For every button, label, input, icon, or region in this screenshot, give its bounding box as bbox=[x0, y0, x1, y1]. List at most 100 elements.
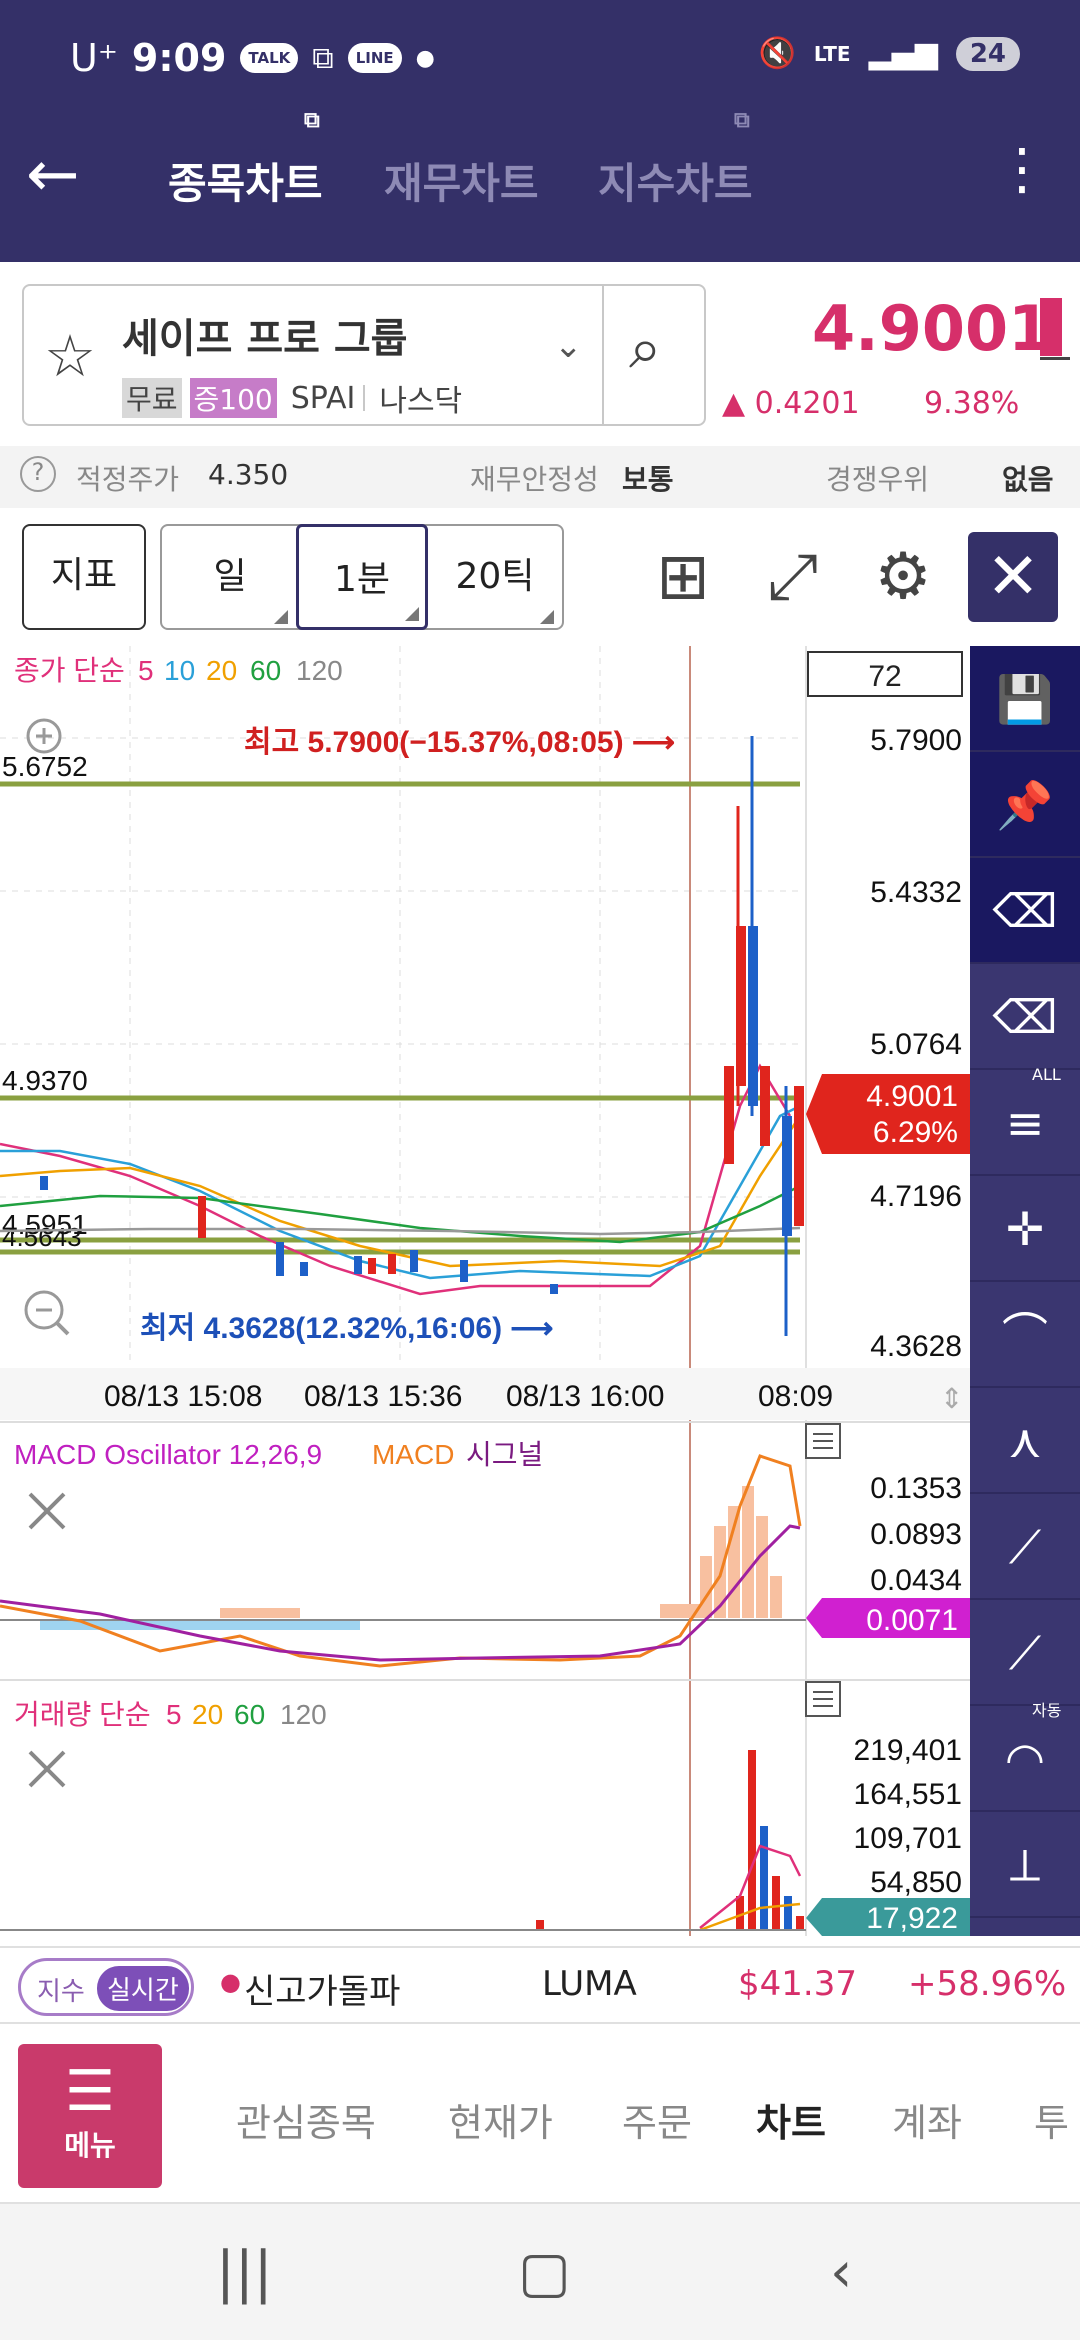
volume-current-value: 17,922 bbox=[866, 1902, 958, 1935]
volume-menu-icon[interactable] bbox=[805, 1681, 841, 1717]
more-options-icon[interactable]: ⋮ bbox=[994, 140, 1050, 200]
zoom-out-icon[interactable] bbox=[24, 1290, 70, 1336]
chart-area[interactable]: 종가 단순 5 10 20 60 120 72 5.6752 4.9370 4.… bbox=[0, 646, 970, 1936]
line-tool-icon[interactable]: ⟋ bbox=[970, 1494, 1080, 1600]
eraser-icon[interactable]: ⌫ bbox=[970, 858, 1080, 964]
xtick-4: 08:09 bbox=[758, 1380, 833, 1413]
period-day-button[interactable]: 일 bbox=[166, 524, 294, 630]
divider bbox=[602, 286, 604, 426]
financial-stability-value: 보통 bbox=[622, 463, 674, 496]
angle-tool-icon[interactable]: ⋏ bbox=[970, 1388, 1080, 1494]
close-volume-icon[interactable] bbox=[28, 1750, 66, 1788]
search-icon[interactable]: ⌕ bbox=[629, 314, 661, 383]
nav-chart[interactable]: 차트 bbox=[756, 2092, 826, 2147]
ytick-1: 5.7900 bbox=[870, 724, 962, 757]
volume-legend-60: 60 bbox=[234, 1699, 265, 1730]
volume-legend-5: 5 bbox=[166, 1699, 182, 1730]
volume-bars bbox=[536, 1750, 804, 1930]
realtime-ticker-strip[interactable]: 지수 실시간 ● 신고가돌파 LUMA $41.37 +58.96% bbox=[0, 1946, 1080, 2024]
settings-gear-icon[interactable]: ⚙ bbox=[858, 532, 948, 622]
bottom-nav: ☰ 메뉴 관심종목 현재가 주문 차트 계좌 투 bbox=[0, 2024, 1080, 2204]
menu-button[interactable]: ☰ 메뉴 bbox=[18, 2044, 162, 2188]
bar-count: 72 bbox=[868, 660, 901, 693]
tab-index-chart-label: 지수차트 bbox=[598, 159, 753, 208]
stock-selector[interactable]: ☆ 세이프 프로 그룹 ⌄ 무료 증100 SPAI 나스닥 ⌕ bbox=[22, 284, 706, 426]
stock-badges: 무료 증100 SPAI 나스닥 bbox=[122, 376, 462, 420]
tab-index-chart[interactable]: ⧉ 지수차트 bbox=[598, 108, 753, 211]
menu-label: 메뉴 bbox=[64, 2129, 116, 2162]
zoom-in-icon[interactable] bbox=[26, 718, 62, 754]
hline-label-1: 5.6752 bbox=[2, 751, 88, 782]
chevron-down-icon[interactable]: ⌄ bbox=[554, 326, 583, 366]
macd-line bbox=[0, 1454, 802, 1668]
back-arrow-icon[interactable]: ← bbox=[26, 140, 96, 210]
screenshot-icon: ⧉ bbox=[312, 40, 334, 76]
ma-legend-10: 10 bbox=[164, 655, 195, 686]
ytick-5: 4.3628 bbox=[870, 1330, 962, 1363]
signal-label: 신고가돌파 bbox=[244, 1972, 401, 2012]
fair-price-label: 적정주가 bbox=[76, 463, 180, 496]
macd-legend-macd: MACD bbox=[372, 1439, 454, 1470]
margin-badge: 증100 bbox=[189, 378, 277, 418]
current-price-tag-value: 4.9001 bbox=[866, 1080, 958, 1113]
chart-svg: 종가 단순 5 10 20 60 120 72 5.6752 4.9370 4.… bbox=[0, 646, 970, 1936]
drawing-sidebar: 💾 📌 ⌫ ⌫ ALL ≡ ✛ ⌒ ⋏ ⟋ ⟋ 자동 ◠ ⟂ bbox=[970, 646, 1080, 1936]
save-icon[interactable]: 💾 bbox=[970, 646, 1080, 752]
candle bbox=[736, 926, 746, 1086]
help-icon[interactable]: ? bbox=[20, 456, 56, 492]
current-price: 4.9001 bbox=[812, 292, 1052, 365]
nav-watchlist[interactable]: 관심종목 bbox=[236, 2092, 376, 2147]
volume-ytick-4: 54,850 bbox=[870, 1866, 962, 1899]
hline-label-4: 4.5643 bbox=[2, 1222, 82, 1252]
candle bbox=[40, 1176, 48, 1190]
candle bbox=[550, 1284, 558, 1294]
back-icon[interactable]: ‹ bbox=[830, 2240, 852, 2305]
nav-order[interactable]: 주문 bbox=[622, 2092, 692, 2147]
ytick-4: 4.7196 bbox=[870, 1180, 962, 1213]
candle bbox=[782, 1116, 792, 1236]
volume-ytick-2: 164,551 bbox=[854, 1778, 962, 1811]
period-ticks-button[interactable]: 20틱 bbox=[430, 524, 560, 630]
nav-account[interactable]: 계좌 bbox=[892, 2092, 962, 2147]
macd-histogram bbox=[40, 1486, 782, 1630]
arc-tool-icon[interactable]: ◠ bbox=[970, 1706, 1080, 1812]
ticker-symbol: LUMA bbox=[542, 1964, 637, 2004]
mute-icon: 🔇 bbox=[758, 36, 796, 71]
copy-icon: ⧉ bbox=[734, 108, 750, 133]
macd-menu-icon[interactable] bbox=[805, 1423, 841, 1459]
tab-financial-chart[interactable]: 재무차트 bbox=[384, 150, 539, 211]
signal-icon: ▂▄▆ bbox=[868, 36, 938, 71]
candle bbox=[760, 1066, 770, 1146]
close-macd-icon[interactable] bbox=[28, 1492, 66, 1530]
eraser-all-icon[interactable]: ⌫ ALL bbox=[970, 964, 1080, 1084]
line-icon: LINE bbox=[347, 43, 402, 73]
resize-arrows-icon[interactable]: ⇕ bbox=[940, 1383, 963, 1414]
tab-stock-chart-label: 종목차트 bbox=[168, 159, 323, 208]
grid-layout-icon[interactable]: ⊞ bbox=[638, 532, 728, 622]
xtick-1: 08/13 15:08 bbox=[104, 1380, 262, 1413]
candle bbox=[794, 1086, 804, 1226]
volume-legend-120: 120 bbox=[280, 1699, 327, 1730]
period-minute-button[interactable]: 1분 bbox=[296, 524, 428, 630]
cross-tool-icon[interactable]: ✛ bbox=[970, 1176, 1080, 1282]
fair-price-value: 4.350 bbox=[208, 458, 289, 491]
tab-financial-chart-label: 재무차트 bbox=[384, 159, 539, 208]
network-label: LTE bbox=[813, 41, 851, 66]
indicator-button[interactable]: 지표 bbox=[22, 524, 146, 630]
tab-stock-chart[interactable]: ⧉ 종목차트 bbox=[168, 108, 323, 211]
hcl-lines-icon[interactable]: ≡ bbox=[970, 1070, 1080, 1176]
fullscreen-icon[interactable]: ⤢ bbox=[748, 532, 838, 622]
nav-current-price[interactable]: 현재가 bbox=[448, 2092, 553, 2147]
auto-trend-icon[interactable]: ⟋ 자동 bbox=[970, 1600, 1080, 1720]
drawing-tools-icon[interactable]: ✕ bbox=[968, 532, 1058, 622]
fan-tool-icon[interactable]: ⟂ bbox=[970, 1812, 1080, 1918]
pin-remove-icon[interactable]: 📌 bbox=[970, 752, 1080, 858]
ticker-change: +58.96% bbox=[908, 1964, 1067, 2004]
trend-line-icon[interactable]: ⌒ bbox=[970, 1282, 1080, 1388]
nav-invest[interactable]: 투 bbox=[1034, 2092, 1069, 2147]
home-icon[interactable]: ▢ bbox=[518, 2240, 571, 2305]
star-icon[interactable]: ☆ bbox=[44, 322, 96, 390]
index-label: 지수 bbox=[37, 1977, 85, 2007]
realtime-toggle[interactable]: 지수 실시간 bbox=[18, 1958, 194, 2016]
recent-apps-icon[interactable]: ||| bbox=[216, 2240, 273, 2305]
